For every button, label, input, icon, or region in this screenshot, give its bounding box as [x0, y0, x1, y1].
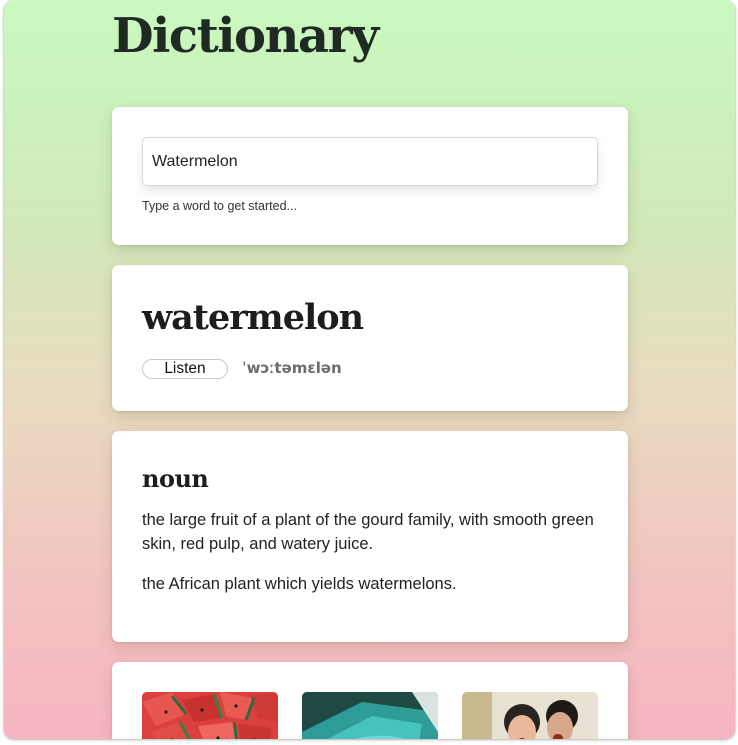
listen-button[interactable]: Listen	[142, 359, 228, 379]
app-window: Dictionary Type a word to get started...…	[4, 0, 735, 739]
watermelon-slices-graphic	[142, 692, 278, 739]
people-eating-image[interactable]	[462, 692, 598, 739]
word-heading: watermelon	[142, 297, 364, 338]
word-card: watermelon Listen ˈwɔːtəmɛlən	[112, 265, 628, 411]
search-card: Type a word to get started...	[112, 107, 628, 245]
part-of-speech-heading: noun	[142, 464, 209, 493]
meaning-card: noun the large fruit of a plant of the g…	[112, 431, 628, 642]
definition-item: the large fruit of a plant of the gourd …	[142, 511, 594, 553]
page-title: Dictionary	[112, 8, 379, 64]
watermelon-slices-image[interactable]	[142, 692, 278, 739]
watermelon-rind-graphic	[302, 692, 438, 739]
watermelon-rind-image[interactable]	[302, 692, 438, 739]
phonetic-text: ˈwɔːtəmɛlən	[242, 359, 342, 377]
search-hint: Type a word to get started...	[142, 199, 297, 213]
people-eating-graphic	[462, 692, 598, 739]
definition-item: the African plant which yields watermelo…	[142, 575, 457, 593]
images-card	[112, 662, 628, 739]
search-input[interactable]	[142, 137, 598, 186]
